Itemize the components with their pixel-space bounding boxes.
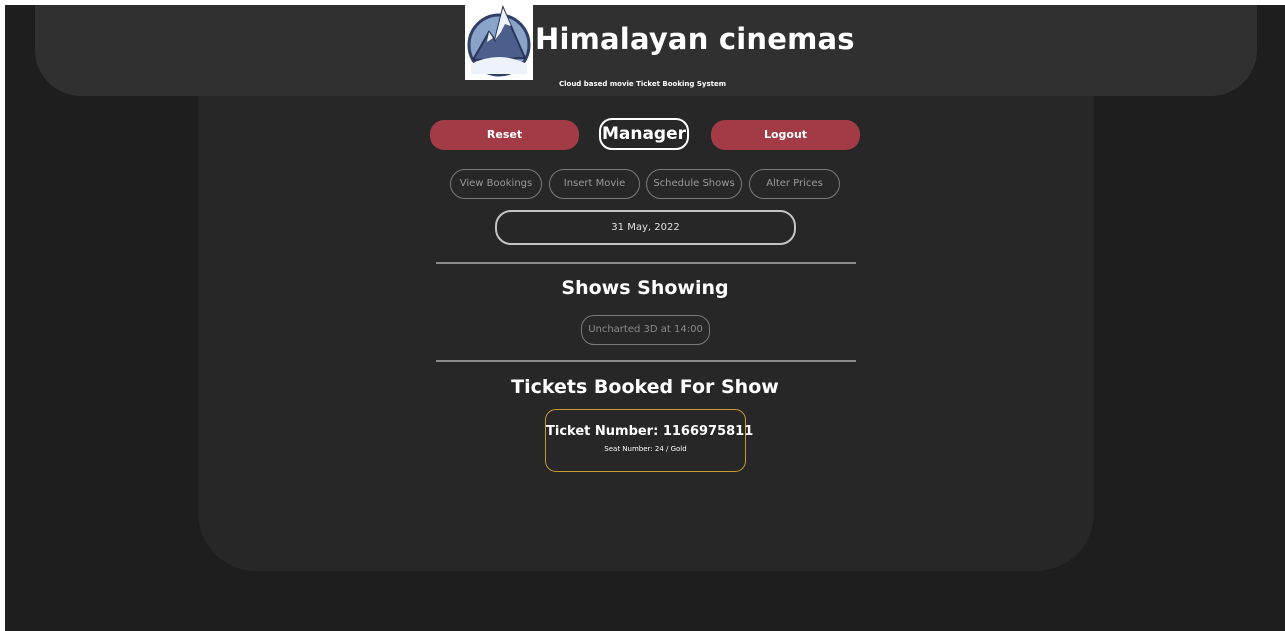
show-item[interactable]: Uncharted 3D at 14:00	[581, 315, 710, 345]
mountain-logo-icon	[465, 2, 533, 80]
ticket-card: Ticket Number: 1166975811 Seat Number: 2…	[545, 409, 754, 472]
tickets-heading: Tickets Booked For Show	[511, 376, 779, 398]
view-bookings-button[interactable]: View Bookings	[450, 169, 542, 199]
divider	[436, 360, 856, 362]
ticket-number: Ticket Number: 1166975811	[546, 424, 754, 439]
role-badge: Manager	[599, 118, 689, 150]
seat-number: Seat Number: 24 / Gold	[604, 445, 687, 453]
logout-button[interactable]: Logout	[711, 120, 860, 150]
insert-movie-button[interactable]: Insert Movie	[549, 169, 640, 199]
date-picker[interactable]: 31 May, 2022	[495, 210, 796, 245]
reset-button[interactable]: Reset	[430, 120, 579, 150]
site-subtitle: Cloud based movie Ticket Booking System	[558, 80, 727, 88]
schedule-shows-button[interactable]: Schedule Shows	[646, 169, 742, 199]
divider	[436, 262, 856, 264]
site-title: Himalayan cinemas	[535, 22, 855, 56]
alter-prices-button[interactable]: Alter Prices	[749, 169, 840, 199]
shows-heading: Shows Showing	[561, 277, 729, 299]
